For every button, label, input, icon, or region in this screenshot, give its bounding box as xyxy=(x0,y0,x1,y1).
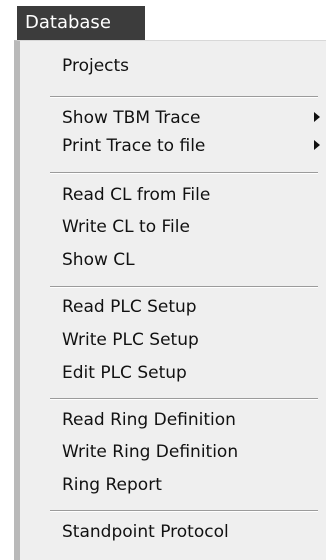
menu-item-edit-plc-setup[interactable]: Edit PLC Setup xyxy=(62,359,187,387)
menu-item-print-trace-to-file[interactable]: Print Trace to file xyxy=(62,132,205,160)
menu-item-read-cl-from-file[interactable]: Read CL from File xyxy=(62,181,210,209)
menu-title-label: Database xyxy=(25,12,111,33)
database-menu: Projects Show TBM Trace Print Trace to f… xyxy=(14,40,326,560)
submenu-arrow-icon xyxy=(314,140,320,150)
menu-item-read-plc-setup[interactable]: Read PLC Setup xyxy=(62,293,197,321)
submenu-arrow-icon xyxy=(314,112,320,122)
menu-separator xyxy=(50,510,318,512)
menu-item-write-ring-definition[interactable]: Write Ring Definition xyxy=(62,438,238,466)
menu-separator xyxy=(50,286,318,288)
menu-separator xyxy=(50,172,318,174)
menu-item-read-ring-definition[interactable]: Read Ring Definition xyxy=(62,406,236,434)
menu-separator xyxy=(50,398,318,400)
menu-title-database[interactable]: Database xyxy=(17,6,145,40)
menu-item-show-cl[interactable]: Show CL xyxy=(62,246,135,274)
menu-separator xyxy=(50,96,318,98)
menu-item-show-tbm-trace[interactable]: Show TBM Trace xyxy=(62,104,201,132)
menu-item-standpoint-protocol[interactable]: Standpoint Protocol xyxy=(62,518,229,546)
menu-item-ring-report[interactable]: Ring Report xyxy=(62,471,162,499)
menu-item-write-plc-setup[interactable]: Write PLC Setup xyxy=(62,326,199,354)
menu-item-write-cl-to-file[interactable]: Write CL to File xyxy=(62,213,190,241)
menu-item-projects[interactable]: Projects xyxy=(62,52,129,80)
